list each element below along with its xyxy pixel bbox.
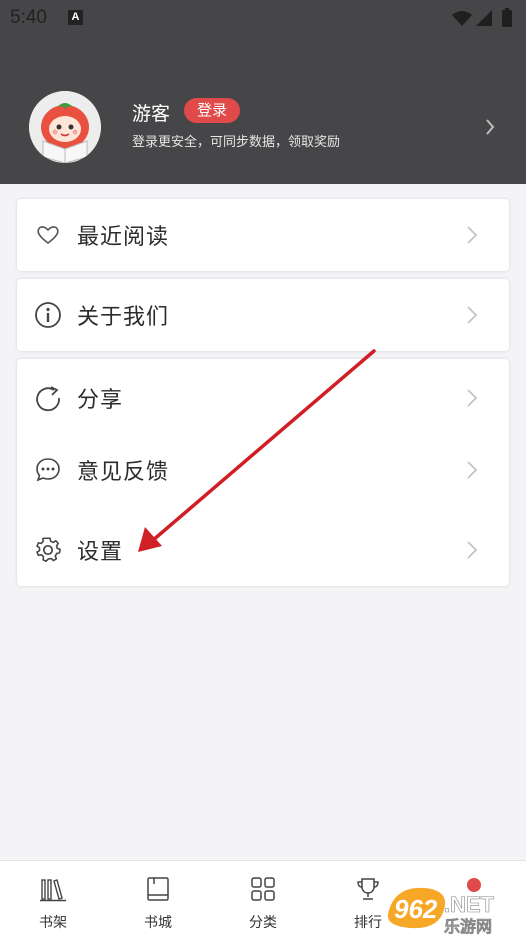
chevron-right-icon xyxy=(467,461,478,479)
login-button[interactable]: 登录 xyxy=(184,98,240,123)
username: 游客 xyxy=(132,103,171,125)
menu-card-recent: 最近阅读 xyxy=(17,199,509,271)
menu-card-more: 分享 意见反馈 设置 xyxy=(17,359,509,586)
avatar[interactable] xyxy=(29,91,101,163)
chevron-right-icon xyxy=(467,541,478,559)
signal-battery-icons xyxy=(452,8,512,27)
svg-text:.NET: .NET xyxy=(444,892,495,917)
chevron-right-icon xyxy=(467,306,478,324)
notification-icon: A xyxy=(68,10,83,25)
nav-label: 书架 xyxy=(39,915,67,931)
share-icon xyxy=(36,386,60,412)
nav-label: 分类 xyxy=(249,915,277,931)
menu-item-label: 最近阅读 xyxy=(77,225,170,250)
chevron-right-icon[interactable] xyxy=(482,115,498,139)
chevron-right-icon xyxy=(467,226,478,244)
menu-item-label: 关于我们 xyxy=(77,305,170,330)
menu-item-label: 设置 xyxy=(77,540,124,565)
gear-icon xyxy=(36,537,61,563)
chevron-right-icon xyxy=(467,389,478,407)
nav-item-bookstore[interactable]: 书城 xyxy=(118,861,198,935)
svg-text:962: 962 xyxy=(394,894,438,924)
menu-item-label: 分享 xyxy=(77,388,124,413)
menu-item-feedback[interactable]: 意见反馈 xyxy=(17,434,509,506)
menu-item-about[interactable]: 关于我们 xyxy=(17,279,509,351)
profile-header: 5:40 A 游客 登录 登录更安全，可同步数据，领取奖励 xyxy=(0,0,526,184)
trophy-icon xyxy=(357,878,379,900)
status-bar: 5:40 A xyxy=(0,0,526,36)
nav-label: 书城 xyxy=(144,915,172,931)
menu-card-about: 关于我们 xyxy=(17,279,509,351)
svg-text:乐游网: 乐游网 xyxy=(444,917,492,935)
menu-item-recent[interactable]: 最近阅读 xyxy=(17,199,509,271)
menu-item-label: 意见反馈 xyxy=(77,460,170,485)
nav-item-bookshelf[interactable]: 书架 xyxy=(13,861,93,935)
status-time: 5:40 xyxy=(10,7,47,28)
chat-icon xyxy=(36,458,60,482)
site-watermark-logo: 962 .NET 乐游网 xyxy=(387,887,495,935)
nav-item-category[interactable]: 分类 xyxy=(223,861,303,935)
tomato-mascot-avatar xyxy=(29,91,101,163)
info-icon xyxy=(35,302,61,328)
menu-item-settings[interactable]: 设置 xyxy=(17,514,509,586)
login-hint: 登录更安全，可同步数据，领取奖励 xyxy=(132,135,341,150)
menu-item-share[interactable]: 分享 xyxy=(17,362,509,434)
book-icon xyxy=(147,877,169,901)
bookshelf-icon xyxy=(40,879,66,902)
heart-icon xyxy=(37,226,59,245)
grid-icon xyxy=(251,877,275,901)
